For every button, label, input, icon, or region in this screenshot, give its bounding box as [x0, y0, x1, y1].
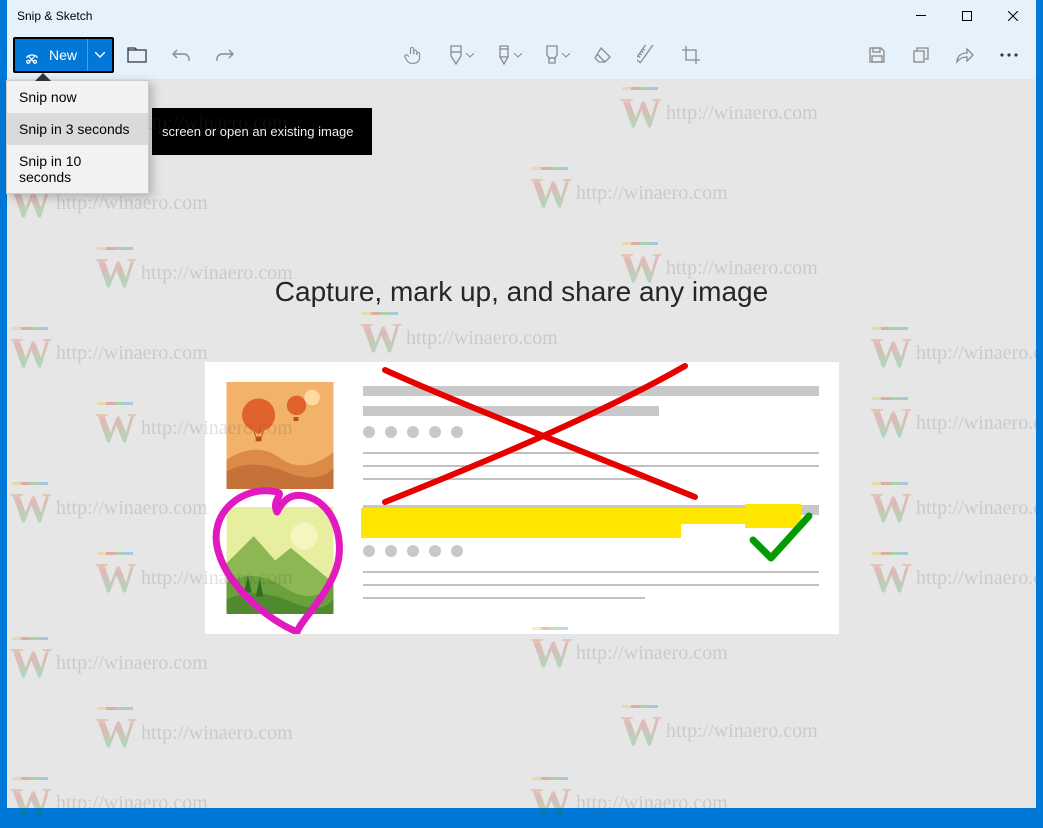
content-area: screen or open an existing image Capture… — [7, 79, 1036, 808]
headline-text: Capture, mark up, and share any image — [275, 276, 768, 308]
close-icon — [1008, 11, 1018, 21]
eraser-icon — [593, 46, 613, 64]
new-split-button[interactable]: New — [13, 37, 114, 73]
ruler-icon — [637, 45, 657, 65]
titlebar: Snip & Sketch — [7, 0, 1036, 31]
eraser-button[interactable] — [582, 35, 624, 75]
illustration-thumbnail-landscape — [225, 507, 335, 614]
pencil-icon — [496, 45, 512, 65]
highlighter-icon — [544, 45, 560, 65]
highlighter-button[interactable] — [534, 35, 580, 75]
chevron-down-icon — [562, 53, 570, 58]
ballpoint-pen-button[interactable] — [438, 35, 484, 75]
touch-icon — [403, 45, 423, 65]
app-window: Snip & Sketch New — [7, 0, 1036, 808]
dropdown-item-snip-now[interactable]: Snip now — [7, 81, 148, 113]
copy-button[interactable] — [900, 35, 942, 75]
tooltip: screen or open an existing image — [152, 108, 372, 155]
copy-icon — [912, 46, 930, 64]
undo-icon — [172, 47, 190, 63]
ellipsis-icon — [1000, 53, 1018, 57]
new-dropdown-menu: Snip now Snip in 3 seconds Snip in 10 se… — [6, 80, 149, 194]
share-icon — [955, 46, 975, 64]
save-icon — [868, 46, 886, 64]
share-button[interactable] — [944, 35, 986, 75]
illustration-thumbnail-balloons — [225, 382, 335, 489]
new-button-dropdown[interactable] — [88, 39, 112, 71]
new-button-main[interactable]: New — [15, 39, 88, 71]
tooltip-text: screen or open an existing image — [162, 124, 354, 139]
crop-button[interactable] — [670, 35, 712, 75]
welcome-illustration — [205, 362, 839, 634]
ruler-button[interactable] — [626, 35, 668, 75]
crop-icon — [681, 45, 701, 65]
folder-icon — [127, 47, 147, 63]
more-button[interactable] — [988, 35, 1030, 75]
maximize-button[interactable] — [944, 0, 990, 31]
save-button[interactable] — [856, 35, 898, 75]
minimize-button[interactable] — [898, 0, 944, 31]
dropdown-item-snip-10s[interactable]: Snip in 10 seconds — [7, 145, 148, 193]
redo-icon — [216, 47, 234, 63]
open-file-button[interactable] — [116, 35, 158, 75]
illustration-paragraph-1 — [363, 386, 819, 438]
window-title: Snip & Sketch — [7, 9, 92, 23]
redo-button[interactable] — [204, 35, 246, 75]
close-button[interactable] — [990, 0, 1036, 31]
chevron-down-icon — [514, 53, 522, 58]
illustration-paragraph-2 — [363, 505, 819, 557]
dropdown-item-snip-3s[interactable]: Snip in 3 seconds — [7, 113, 148, 145]
new-button-label: New — [49, 47, 77, 63]
pen-icon — [448, 45, 464, 65]
undo-button[interactable] — [160, 35, 202, 75]
minimize-icon — [916, 15, 926, 16]
chevron-down-icon — [466, 53, 474, 58]
chevron-down-icon — [95, 52, 105, 58]
pencil-button[interactable] — [486, 35, 532, 75]
touch-writing-button[interactable] — [390, 35, 436, 75]
toolbar: New — [7, 31, 1036, 79]
snip-icon — [23, 46, 41, 64]
maximize-icon — [962, 11, 972, 21]
